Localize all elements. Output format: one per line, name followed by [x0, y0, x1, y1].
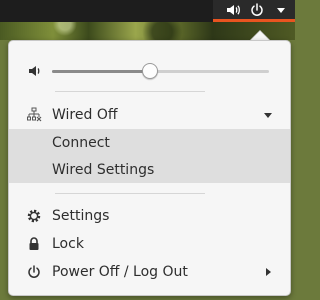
- wired-network-off-icon: [26, 107, 42, 123]
- top-panel: [0, 0, 295, 22]
- wired-settings-label: Wired Settings: [52, 161, 155, 178]
- volume-slider-fill: [52, 70, 150, 73]
- gear-icon: [26, 208, 42, 224]
- volume-slider[interactable]: [52, 63, 269, 79]
- volume-slider-knob[interactable]: [141, 63, 158, 79]
- lock-label: Lock: [52, 235, 84, 252]
- volume-row: [9, 59, 292, 83]
- wired-network-label: Wired Off: [52, 106, 118, 123]
- connect-label: Connect: [52, 134, 110, 151]
- lock-icon: [26, 236, 42, 252]
- lock-menu-item[interactable]: Lock: [9, 230, 290, 257]
- settings-menu-item[interactable]: Settings: [9, 202, 290, 229]
- separator: [55, 91, 205, 92]
- wired-network-item[interactable]: Wired Off: [9, 101, 290, 128]
- settings-label: Settings: [52, 207, 110, 224]
- chevron-right-icon: [263, 267, 273, 277]
- power-off-log-out-label: Power Off / Log Out: [52, 263, 188, 280]
- speaker-volume-icon: [27, 63, 43, 79]
- power-icon: [249, 2, 265, 18]
- chevron-down-icon: [263, 110, 273, 120]
- system-tray[interactable]: [213, 0, 295, 22]
- separator: [55, 193, 205, 194]
- connect-menu-item[interactable]: Connect: [9, 129, 290, 156]
- chevron-down-icon: [273, 2, 289, 18]
- system-menu: Wired Off Connect Wired Settings Setting…: [8, 40, 291, 296]
- power-icon: [26, 264, 42, 280]
- power-off-log-out-menu-item[interactable]: Power Off / Log Out: [9, 258, 290, 285]
- wired-settings-menu-item[interactable]: Wired Settings: [9, 156, 290, 183]
- speaker-volume-icon: [225, 2, 241, 18]
